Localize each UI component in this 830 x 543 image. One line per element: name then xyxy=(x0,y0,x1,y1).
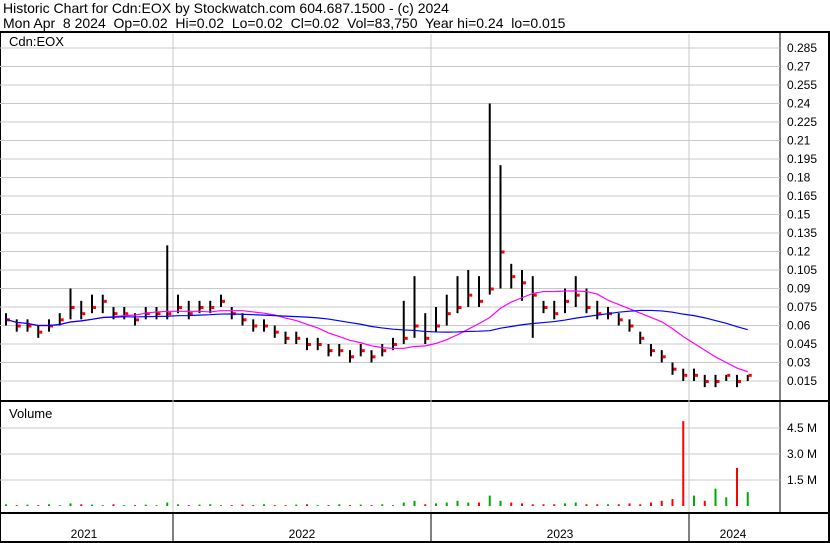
close-marker xyxy=(748,373,752,377)
close-marker xyxy=(114,312,118,316)
close-marker xyxy=(404,336,408,340)
close-marker xyxy=(340,349,344,353)
y-tick-label: 0.06 xyxy=(787,319,811,333)
chart-window: Historic Chart for Cdn:EOX by Stockwatch… xyxy=(0,0,830,543)
y-tick-label: 0.15 xyxy=(787,208,811,222)
close-marker xyxy=(308,343,311,346)
close-marker xyxy=(716,380,720,383)
close-marker xyxy=(533,293,537,297)
y-tick-label: 0.135 xyxy=(787,226,817,240)
y-tick-label: 0.225 xyxy=(787,115,817,129)
close-marker xyxy=(17,324,21,328)
close-marker xyxy=(426,336,430,340)
short-moving-average xyxy=(5,290,748,373)
close-marker xyxy=(265,324,268,328)
y-tick-label: 0.075 xyxy=(787,300,817,314)
close-marker xyxy=(93,306,96,309)
x-tick-label: 2023 xyxy=(547,527,574,541)
close-marker xyxy=(157,312,161,316)
close-marker xyxy=(555,312,559,316)
close-marker xyxy=(275,330,279,334)
close-marker xyxy=(200,306,204,309)
close-marker xyxy=(222,299,225,303)
y-tick-label: 0.015 xyxy=(787,374,817,388)
close-marker xyxy=(512,275,516,279)
close-marker xyxy=(727,373,731,377)
close-marker xyxy=(394,343,397,346)
close-marker xyxy=(705,380,709,383)
close-marker xyxy=(738,380,741,383)
close-marker xyxy=(652,349,655,353)
close-marker xyxy=(254,324,258,328)
close-marker xyxy=(168,312,172,316)
close-marker xyxy=(523,281,526,285)
close-marker xyxy=(125,312,129,316)
close-marker xyxy=(329,349,333,353)
close-marker xyxy=(437,324,440,328)
y-tick-label: 0.27 xyxy=(787,60,811,74)
volume-tick-label: 1.5 M xyxy=(787,473,817,487)
volume-label: Volume xyxy=(9,406,52,421)
y-tick-label: 0.24 xyxy=(787,97,811,111)
y-tick-label: 0.03 xyxy=(787,356,811,370)
y-tick-label: 0.165 xyxy=(787,189,817,203)
y-tick-label: 0.09 xyxy=(787,282,811,296)
x-tick-label: 2022 xyxy=(289,527,316,541)
close-marker xyxy=(619,318,623,322)
close-marker xyxy=(490,287,494,291)
close-marker xyxy=(297,336,301,340)
close-marker xyxy=(351,355,354,359)
y-tick-label: 0.045 xyxy=(787,337,817,351)
close-marker xyxy=(361,349,365,353)
close-marker xyxy=(662,355,666,359)
y-tick-label: 0.195 xyxy=(787,152,817,166)
close-marker xyxy=(673,367,677,371)
close-marker xyxy=(372,355,376,359)
close-marker xyxy=(501,250,505,254)
close-marker xyxy=(103,299,107,303)
close-marker xyxy=(695,373,698,377)
y-tick-label: 0.12 xyxy=(787,245,811,259)
close-marker xyxy=(566,299,569,303)
symbol-label: Cdn:EOX xyxy=(9,34,64,49)
close-marker xyxy=(82,312,86,316)
close-marker xyxy=(28,324,32,328)
y-tick-label: 0.105 xyxy=(787,263,817,277)
close-marker xyxy=(39,330,43,334)
y-tick-label: 0.21 xyxy=(787,134,811,148)
close-marker xyxy=(544,306,548,309)
close-marker xyxy=(684,373,688,377)
close-marker xyxy=(469,293,473,297)
y-tick-label: 0.285 xyxy=(787,41,817,55)
x-tick-label: 2024 xyxy=(720,527,747,541)
close-marker xyxy=(60,318,64,322)
close-marker xyxy=(136,318,139,322)
y-tick-label: 0.255 xyxy=(787,78,817,92)
close-marker xyxy=(458,306,462,309)
y-tick-label: 0.18 xyxy=(787,171,811,185)
close-marker xyxy=(641,336,645,340)
close-marker xyxy=(211,306,215,309)
close-marker xyxy=(630,324,634,328)
close-marker xyxy=(415,324,419,328)
close-marker xyxy=(71,306,75,309)
x-tick-label: 2021 xyxy=(71,527,98,541)
close-marker xyxy=(318,343,322,346)
close-marker xyxy=(383,349,387,353)
close-marker xyxy=(576,293,580,297)
close-marker xyxy=(243,318,247,322)
price-volume-chart: 0.015 0.03 0.045 0.06 0.075 0.09 0.105 0.12 0.13… xyxy=(0,31,830,543)
close-marker xyxy=(189,312,193,316)
close-marker xyxy=(587,306,591,309)
close-marker xyxy=(179,306,182,309)
close-marker xyxy=(447,312,451,316)
close-marker xyxy=(286,336,290,340)
close-marker xyxy=(480,299,483,303)
volume-tick-label: 4.5 M xyxy=(787,421,817,435)
volume-tick-label: 3.0 M xyxy=(787,447,817,461)
